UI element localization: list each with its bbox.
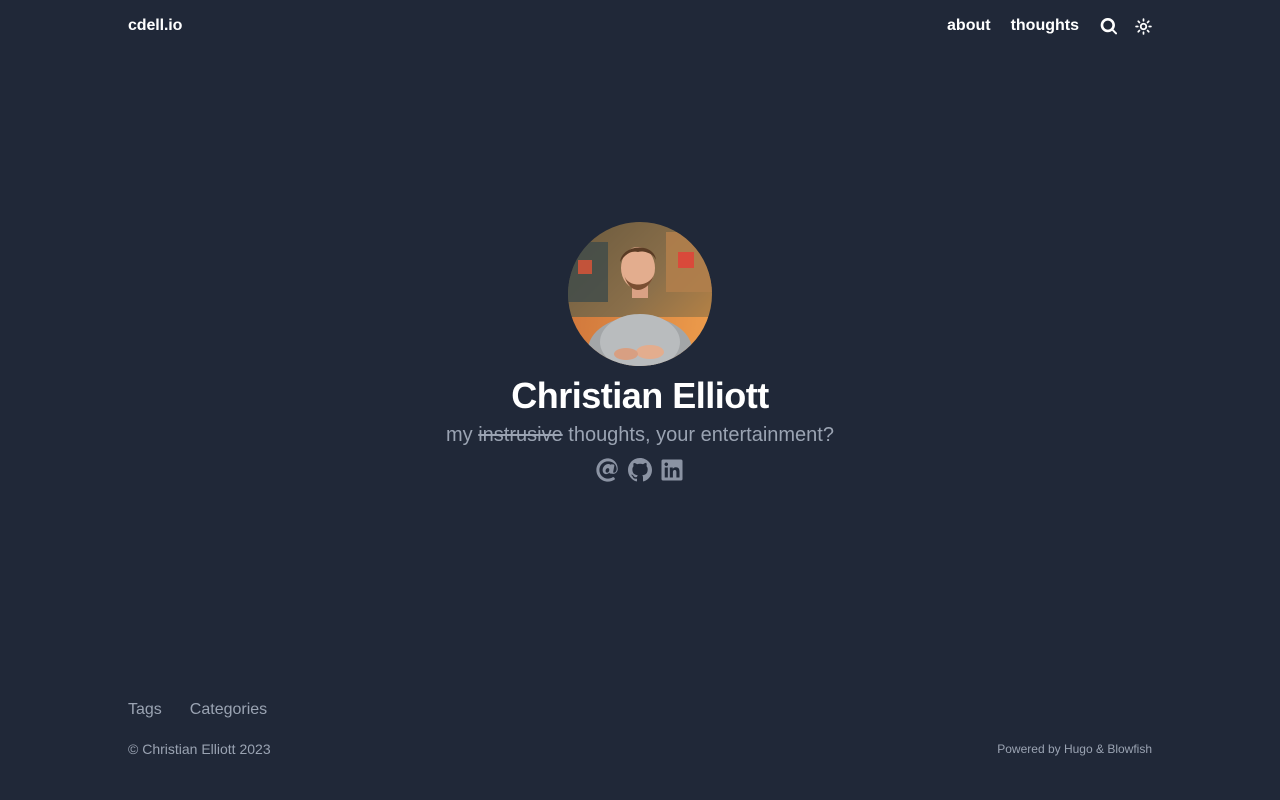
site-header: cdell.io about thoughts (128, 0, 1152, 52)
hero: Christian Elliott my instrusive thoughts… (0, 222, 1280, 482)
social-links (596, 457, 684, 482)
profile-name: Christian Elliott (511, 375, 769, 416)
tagline-suffix: thoughts, your entertainment? (562, 423, 834, 446)
tagline-struck-word: instrusive (478, 423, 563, 446)
powered-prefix: Powered by (997, 742, 1064, 756)
footer-tags-link[interactable]: Tags (128, 701, 162, 719)
page: cdell.io about thoughts Christian Elliot… (0, 0, 1280, 800)
at-sign-icon[interactable] (596, 457, 620, 482)
main-nav: about thoughts (947, 17, 1152, 35)
github-icon[interactable] (628, 457, 652, 482)
tagline-prefix: my (446, 423, 479, 446)
nav-about-link[interactable]: about (947, 17, 991, 35)
site-title-link[interactable]: cdell.io (128, 17, 182, 35)
footer-nav: Tags Categories (128, 701, 295, 719)
powered-amp: & (1092, 742, 1108, 756)
profile-avatar (568, 222, 712, 366)
sun-icon[interactable] (1134, 17, 1152, 35)
profile-tagline: my instrusive thoughts, your entertainme… (446, 422, 834, 448)
blowfish-link[interactable]: Blowfish (1107, 742, 1152, 756)
powered-by-text: Powered by Hugo & Blowfish (997, 742, 1152, 756)
search-icon[interactable] (1099, 17, 1117, 35)
copyright-text: © Christian Elliott 2023 (128, 741, 271, 757)
linkedin-icon[interactable] (660, 458, 684, 482)
hugo-link[interactable]: Hugo (1064, 742, 1093, 756)
footer-categories-link[interactable]: Categories (190, 701, 267, 719)
nav-thoughts-link[interactable]: thoughts (1011, 17, 1079, 35)
